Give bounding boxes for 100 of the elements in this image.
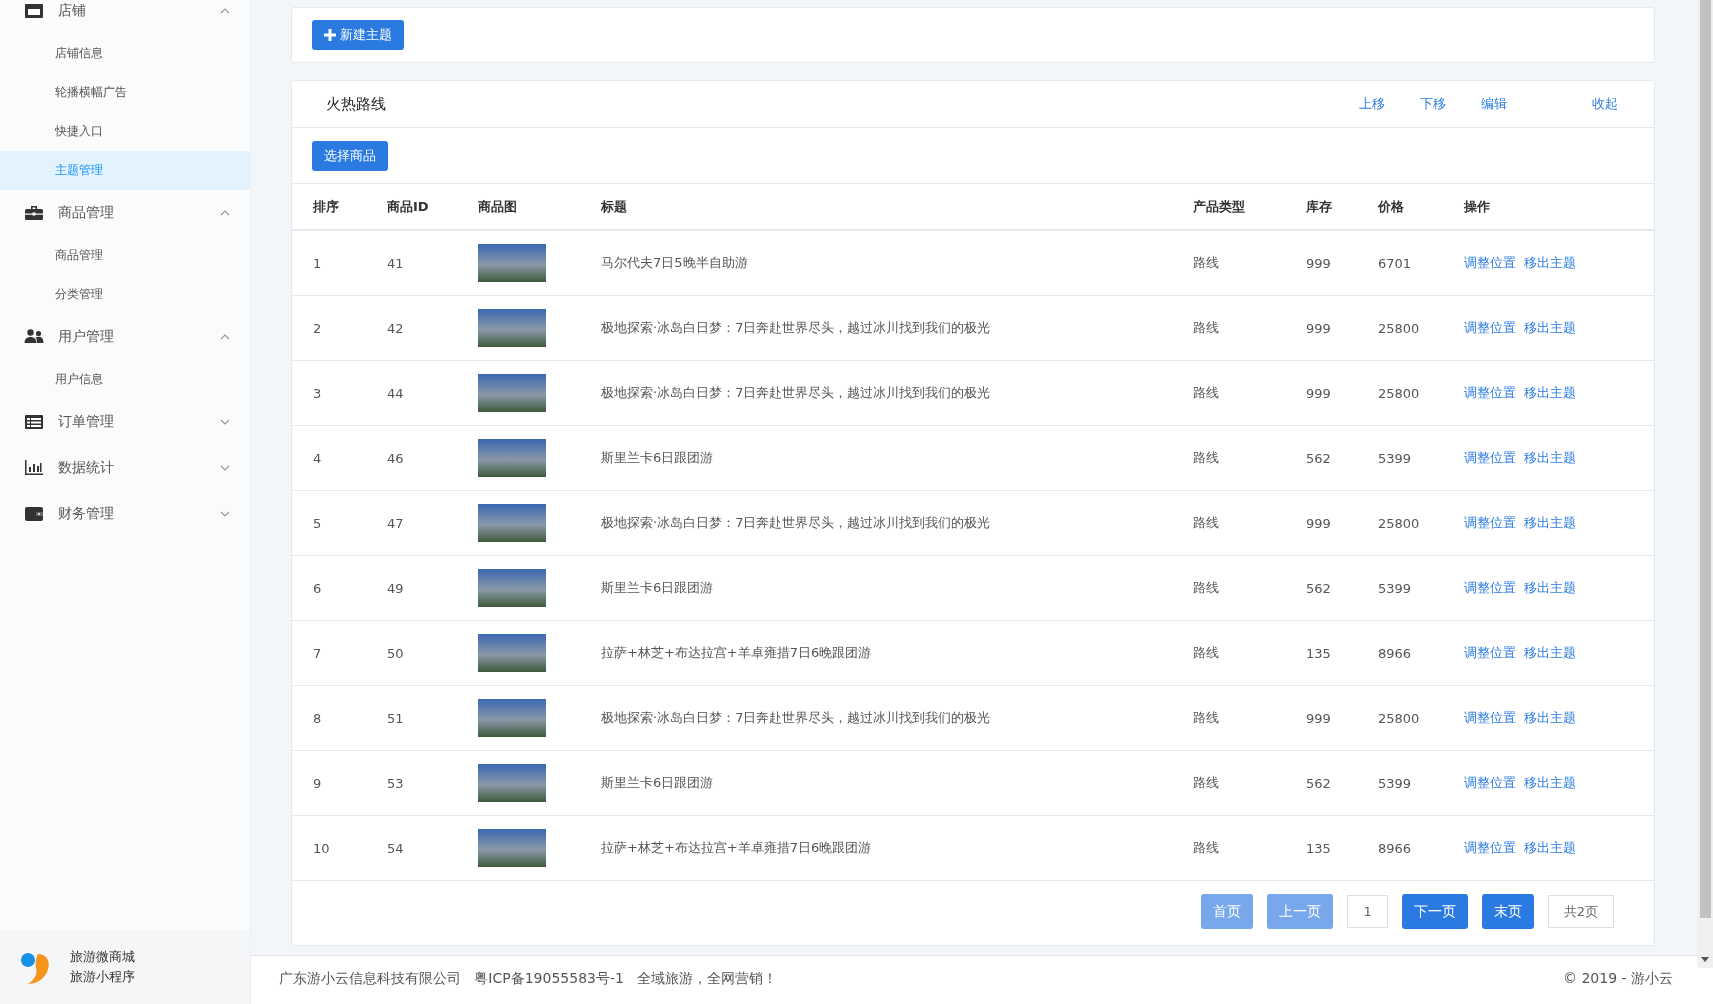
- table-cell-text: 斯里兰卡6日跟团游: [601, 579, 715, 597]
- table-cell-text: 51: [387, 710, 405, 726]
- action-link[interactable]: 下移: [1420, 95, 1446, 113]
- row-action-link[interactable]: 调整位置: [1464, 839, 1516, 857]
- chart-icon: [24, 458, 44, 478]
- menu-item[interactable]: 主题管理: [0, 151, 250, 190]
- table-cell-text: 1: [313, 255, 323, 271]
- menu-item[interactable]: 轮播横幅广告: [0, 73, 250, 112]
- menu-group[interactable]: 数据统计: [58, 459, 220, 477]
- column-header: 产品类型: [1193, 197, 1246, 216]
- current-page[interactable]: 1: [1347, 895, 1388, 928]
- row-action-link[interactable]: 移出主题: [1524, 644, 1576, 662]
- action-link[interactable]: 上移: [1359, 95, 1385, 113]
- row-action-link[interactable]: 调整位置: [1464, 644, 1516, 662]
- photo-placeholder: [478, 829, 546, 867]
- menu-item[interactable]: 商品管理: [0, 236, 250, 275]
- row-action-link[interactable]: 调整位置: [1464, 709, 1516, 727]
- photo-placeholder: [478, 309, 546, 347]
- table-cell-text: 25800: [1378, 320, 1421, 336]
- footer-text: 广东游小云信息科技有限公司 粤ICP备19055583号-1 全域旅游，全网营销！: [279, 970, 778, 988]
- brand-name: 旅游微商城: [70, 948, 135, 966]
- table-cell-text: 135: [1306, 645, 1332, 661]
- menu-group[interactable]: 财务管理: [58, 505, 220, 523]
- menu-group[interactable]: 商品管理: [58, 204, 220, 222]
- row-action-link[interactable]: 移出主题: [1524, 839, 1576, 857]
- table-cell-text: 斯里兰卡6日跟团游: [601, 449, 715, 467]
- row-action-link[interactable]: 调整位置: [1464, 579, 1516, 597]
- row-action-link[interactable]: 移出主题: [1524, 514, 1576, 532]
- table-cell-text: 5399: [1378, 580, 1413, 596]
- menu-group[interactable]: 订单管理: [58, 413, 220, 431]
- table-cell-text: 53: [387, 775, 405, 791]
- brand-subtitle: 旅游小程序: [70, 968, 135, 986]
- table-cell-text: 路线: [1193, 644, 1220, 662]
- table-cell-text: 8: [313, 710, 323, 726]
- photo-placeholder: [478, 504, 546, 542]
- chevron-icon[interactable]: [220, 419, 230, 425]
- row-action-link[interactable]: 调整位置: [1464, 384, 1516, 402]
- row-action-link[interactable]: 调整位置: [1464, 774, 1516, 792]
- row-action-link[interactable]: 调整位置: [1464, 319, 1516, 337]
- page-button[interactable]: 末页: [1481, 894, 1534, 929]
- table-cell-text: 49: [387, 580, 405, 596]
- table-cell-text: 999: [1306, 385, 1332, 401]
- table-cell-text: 拉萨+林芝+布达拉宫+羊卓雍措7日6晚跟团游: [601, 644, 873, 662]
- row-action-link[interactable]: 移出主题: [1524, 254, 1576, 272]
- row-action-link[interactable]: 移出主题: [1524, 449, 1576, 467]
- action-link[interactable]: 收起: [1592, 95, 1618, 113]
- table-cell-text: 斯里兰卡6日跟团游: [601, 774, 715, 792]
- photo-placeholder: [478, 374, 546, 412]
- chevron-icon[interactable]: [220, 210, 230, 216]
- toolbox-icon: [24, 203, 44, 223]
- table-cell-text: 44: [387, 385, 405, 401]
- menu-item[interactable]: 快捷入口: [0, 112, 250, 151]
- table-cell-text: 极地探索·冰岛白日梦：7日奔赴世界尽头，越过冰川找到我们的极光: [601, 319, 992, 337]
- menu-item[interactable]: 用户信息: [0, 360, 250, 399]
- table-cell-text: 54: [387, 840, 405, 856]
- row-action-link[interactable]: 移出主题: [1524, 774, 1576, 792]
- column-header: 商品ID: [387, 197, 430, 216]
- menu-item[interactable]: 分类管理: [0, 275, 250, 314]
- table-cell-text: 25800: [1378, 710, 1421, 726]
- table-cell-text: 999: [1306, 710, 1332, 726]
- row-action-link[interactable]: 调整位置: [1464, 449, 1516, 467]
- chevron-icon[interactable]: [220, 511, 230, 517]
- row-action-link[interactable]: 移出主题: [1524, 384, 1576, 402]
- row-action-link[interactable]: 调整位置: [1464, 514, 1516, 532]
- scroll-down-icon[interactable]: [1701, 957, 1709, 962]
- table-cell-text: 5399: [1378, 450, 1413, 466]
- select-product-button[interactable]: 选择商品: [312, 140, 388, 171]
- table-cell-text: 路线: [1193, 514, 1220, 532]
- row-action-link[interactable]: 调整位置: [1464, 254, 1516, 272]
- page-total: 共2页: [1547, 895, 1614, 928]
- table-cell-text: 562: [1306, 775, 1332, 791]
- row-action-link[interactable]: 移出主题: [1524, 579, 1576, 597]
- table-cell-text: 25800: [1378, 385, 1421, 401]
- menu-group[interactable]: 用户管理: [58, 328, 220, 346]
- table-cell-text: 路线: [1193, 839, 1220, 857]
- table-cell-text: 极地探索·冰岛白日梦：7日奔赴世界尽头，越过冰川找到我们的极光: [601, 384, 992, 402]
- table-cell-text: 999: [1306, 320, 1332, 336]
- new-theme-button[interactable]: 新建主题: [312, 20, 404, 50]
- page-button[interactable]: 下一页: [1401, 894, 1468, 929]
- table-cell-text: 6701: [1378, 255, 1413, 271]
- plus-icon: [324, 29, 336, 41]
- table-cell-text: 47: [387, 515, 405, 531]
- chevron-icon[interactable]: [220, 334, 230, 340]
- action-link[interactable]: 编辑: [1481, 95, 1507, 113]
- table-cell-text: 路线: [1193, 709, 1220, 727]
- table-cell-text: 路线: [1193, 774, 1220, 792]
- table-cell-text: 8966: [1378, 645, 1413, 661]
- scrollbar[interactable]: [1697, 0, 1713, 968]
- wallet-icon: [24, 504, 44, 524]
- table-cell-text: 50: [387, 645, 405, 661]
- chevron-icon[interactable]: [220, 465, 230, 471]
- table-cell-text: 路线: [1193, 579, 1220, 597]
- table-cell-text: 42: [387, 320, 405, 336]
- menu-item[interactable]: 店铺信息: [0, 34, 250, 73]
- chevron-icon[interactable]: [220, 8, 230, 14]
- table-cell-text: 46: [387, 450, 405, 466]
- row-action-link[interactable]: 移出主题: [1524, 319, 1576, 337]
- menu-group[interactable]: 店铺: [58, 2, 220, 20]
- table-cell-text: 拉萨+林芝+布达拉宫+羊卓雍措7日6晚跟团游: [601, 839, 873, 857]
- row-action-link[interactable]: 移出主题: [1524, 709, 1576, 727]
